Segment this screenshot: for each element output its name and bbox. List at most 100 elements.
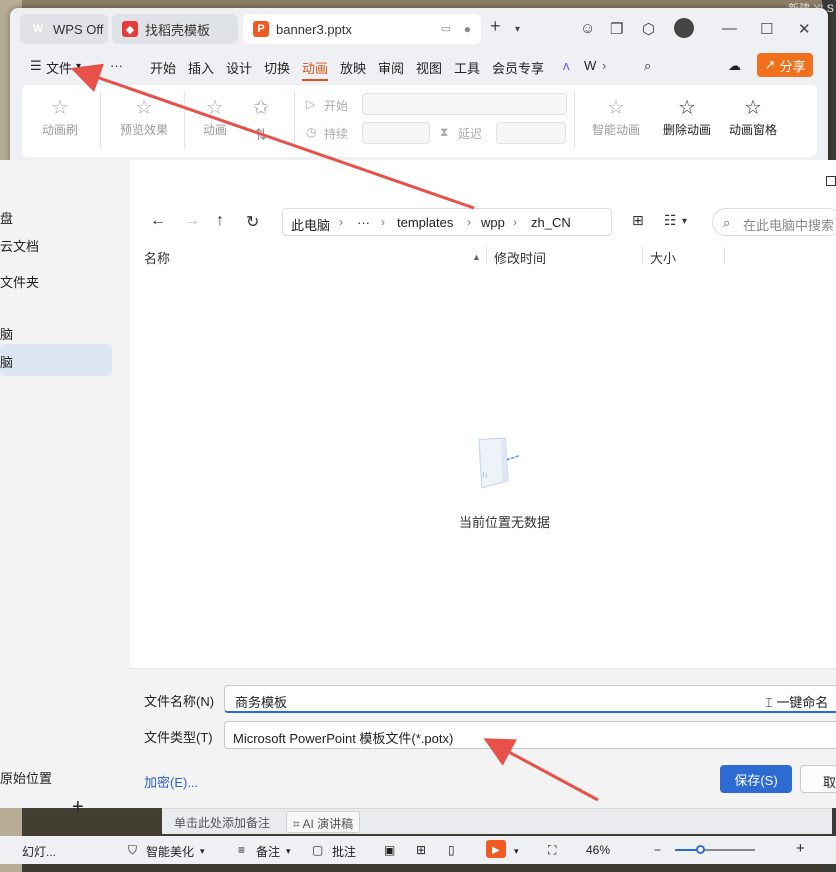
anim-pane-button[interactable]: ☆ 动画窗格 — [726, 95, 780, 138]
start-select[interactable] — [362, 93, 567, 115]
menu-home[interactable]: 开始 — [150, 58, 176, 77]
wps-ai-button[interactable]: W — [584, 58, 596, 73]
reading-view-icon[interactable]: ▯ — [448, 843, 455, 857]
avatar[interactable] — [674, 18, 694, 38]
nav-item-computer-group[interactable]: 脑 — [0, 324, 13, 343]
column-divider[interactable] — [486, 246, 487, 264]
nav-item-original-location[interactable]: 原始位置 — [0, 768, 52, 787]
breadcrumb-zh-cn[interactable]: zh_CN — [531, 215, 571, 230]
effect-options-button[interactable]: ✩ — [244, 95, 278, 121]
cube-icon[interactable]: ⬡ — [642, 20, 655, 38]
tab-banner3[interactable]: P banner3.pptx ● ▭ — [243, 14, 481, 44]
smart-anim-button[interactable]: ☆ 智能动画 — [584, 95, 648, 138]
normal-view-icon[interactable]: ▣ — [384, 843, 395, 857]
ai-speech-button[interactable]: ⌗ AI 演讲稿 — [286, 811, 361, 833]
menu-tools[interactable]: 工具 — [454, 58, 480, 77]
view-mode-icon[interactable]: ☷ — [664, 212, 677, 229]
beautify-icon[interactable]: ⛉ — [128, 843, 137, 858]
navigation-pane: 盘 云文档 文件夹 脑 脑 原始位置 — [0, 160, 130, 808]
back-arrow-icon[interactable]: ← — [150, 212, 166, 230]
file-chevron-icon[interactable]: ▾ — [76, 61, 81, 72]
search-icon[interactable]: ⌕ — [644, 58, 651, 74]
comments-button[interactable]: 批注 — [332, 843, 356, 860]
nav-item-cloud-docs[interactable]: 云文档 — [0, 236, 39, 255]
delay-stepper[interactable] — [496, 122, 566, 144]
cancel-button[interactable]: 取 — [800, 765, 836, 793]
notes-button[interactable]: 备注 — [256, 843, 280, 860]
ai-face-icon[interactable]: ☺ — [580, 20, 595, 37]
new-folder-icon[interactable]: ⊞ — [632, 212, 644, 229]
minimize-button[interactable]: — — [722, 20, 737, 37]
menu-member[interactable]: 会员专享 — [492, 58, 544, 77]
one-click-rename-button[interactable]: ⌶ 一键命名 — [765, 692, 828, 711]
view-chevron-icon[interactable]: ▾ — [682, 216, 687, 227]
breadcrumb[interactable]: 此电脑 › ··· › templates › wpp › zh_CN — [282, 208, 612, 236]
column-size[interactable]: 大小 — [650, 248, 676, 267]
tab-list-chevron-icon[interactable]: ▾ — [515, 24, 520, 35]
share-button[interactable]: ↗ 分享 — [757, 53, 813, 77]
column-divider[interactable] — [724, 246, 725, 264]
nav-item-drive[interactable]: 盘 — [0, 208, 13, 227]
menu-slideshow[interactable]: 放映 — [340, 58, 366, 77]
anim-brush-button[interactable]: ☆ 动画刷 — [40, 95, 80, 138]
more-menu-button[interactable]: ··· — [110, 58, 123, 73]
menu-design[interactable]: 设计 — [226, 58, 252, 77]
nav-item-this-pc[interactable]: 脑 — [0, 352, 13, 371]
close-button[interactable]: ✕ — [798, 20, 811, 38]
zoom-in-button[interactable]: + — [796, 840, 805, 857]
dialog-maximize-icon[interactable] — [826, 176, 836, 186]
add-tab-button[interactable]: + — [490, 16, 501, 37]
window-tile-icon[interactable]: ❐ — [610, 20, 623, 38]
slide-indicator[interactable]: 幻灯... — [22, 843, 56, 860]
fit-window-icon[interactable]: ⛶ — [548, 843, 556, 858]
menu-animation[interactable]: 动画 — [302, 58, 329, 81]
preview-effect-button[interactable]: ☆ 预览效果 — [112, 95, 176, 138]
breadcrumb-more[interactable]: ··· — [357, 215, 370, 230]
tab-wps-home[interactable]: W WPS Off — [20, 14, 108, 44]
file-menu-button[interactable]: 文件 — [46, 58, 72, 77]
refresh-icon[interactable]: ↻ — [246, 212, 259, 232]
filetype-select[interactable]: Microsoft PowerPoint 模板文件(*.potx) — [224, 721, 836, 749]
wps-ai-icon[interactable]: ᴧ — [563, 58, 570, 73]
zoom-out-button[interactable]: − — [654, 843, 661, 857]
beautify-chevron-icon[interactable]: ▾ — [200, 846, 205, 857]
breadcrumb-templates[interactable]: templates — [397, 215, 453, 230]
add-slide-icon[interactable]: + — [72, 796, 84, 819]
breadcrumb-this-pc[interactable]: 此电脑 — [291, 215, 330, 234]
notes-chevron-icon[interactable]: ▾ — [286, 846, 291, 857]
grid-view-icon[interactable]: ⊞ — [416, 843, 426, 857]
duration-stepper[interactable] — [362, 122, 430, 144]
sequence-icon[interactable]: ⇅ — [246, 125, 276, 145]
hamburger-icon[interactable]: ☰ — [30, 58, 42, 74]
zoom-slider-handle[interactable] — [696, 845, 705, 854]
delete-anim-button[interactable]: ☆ 删除动画 — [656, 95, 718, 138]
monitor-icon[interactable]: ▭ — [441, 22, 451, 35]
play-chevron-icon[interactable]: ▾ — [514, 846, 519, 857]
column-name[interactable]: 名称 — [144, 248, 170, 267]
tab-docer[interactable]: ◆ 找稻壳模板 — [112, 14, 238, 44]
zoom-level[interactable]: 46% — [586, 843, 610, 857]
encrypt-link[interactable]: 加密(E)... — [144, 772, 198, 791]
column-divider[interactable] — [642, 246, 643, 264]
menu-insert[interactable]: 插入 — [188, 58, 214, 77]
menu-view[interactable]: 视图 — [416, 58, 442, 77]
maximize-button[interactable]: ☐ — [760, 20, 773, 38]
forward-arrow-icon[interactable]: → — [184, 212, 200, 230]
menu-review[interactable]: 审阅 — [378, 58, 404, 77]
notes-icon[interactable]: ≡ — [238, 843, 245, 857]
menu-transition[interactable]: 切换 — [264, 58, 290, 77]
comment-icon[interactable]: ▢ — [312, 843, 323, 857]
filename-input[interactable]: 商务模板 ⌶ 一键命名 — [224, 685, 836, 713]
save-button[interactable]: 保存(S) — [720, 765, 792, 793]
nav-item-folder[interactable]: 文件夹 — [0, 272, 39, 291]
chevron-right-icon[interactable]: › — [602, 58, 606, 73]
smart-beautify-button[interactable]: 智能美化 — [146, 843, 194, 860]
column-modified[interactable]: 修改时间 — [494, 248, 546, 267]
notes-placeholder[interactable]: 单击此处添加备注 — [174, 814, 270, 831]
cloud-upload-icon[interactable]: ☁ — [728, 58, 741, 74]
animation-button[interactable]: ☆ 动画 — [196, 95, 234, 138]
tab-label: WPS Off — [53, 21, 104, 37]
search-input[interactable]: ⌕ 在此电脑中搜索 — [712, 208, 836, 236]
up-arrow-icon[interactable]: ↑ — [216, 212, 224, 230]
breadcrumb-wpp[interactable]: wpp — [481, 215, 505, 230]
